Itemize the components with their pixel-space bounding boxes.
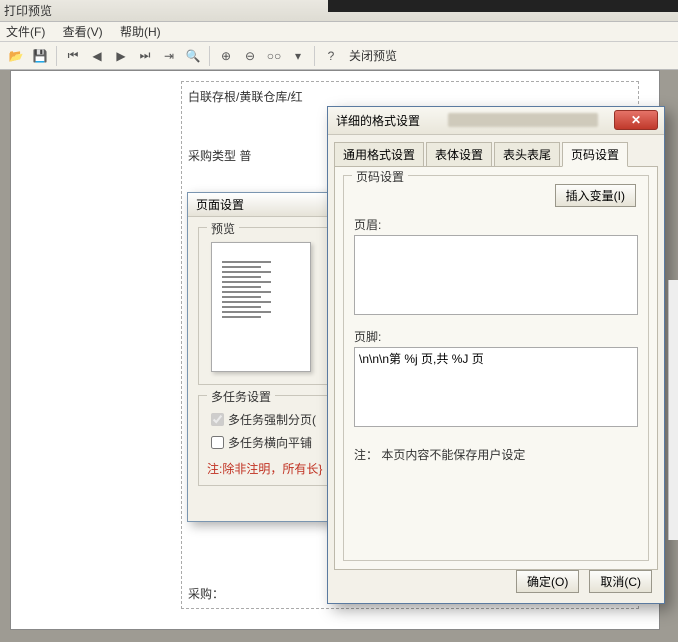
tab-body[interactable]: 表体设置 xyxy=(426,142,492,167)
separator xyxy=(209,46,210,66)
menu-file[interactable]: 文件(F) xyxy=(6,25,45,39)
chk-force-break-label: 多任务强制分页( xyxy=(228,411,316,428)
zoom-dropdown-icon[interactable]: ▾ xyxy=(288,46,308,66)
zoom-fit-icon[interactable]: ○○ xyxy=(264,46,284,66)
tab-general[interactable]: 通用格式设置 xyxy=(334,142,424,167)
zoom-out-icon[interactable]: ⊖ xyxy=(240,46,260,66)
detail-format-dialog: 详细的格式设置 ✕ 通用格式设置 表体设置 表头表尾 页码设置 页码设置 插入变… xyxy=(327,106,665,604)
detail-title: 详细的格式设置 xyxy=(336,112,420,129)
pagenum-group: 页码设置 插入变量(I) 页眉: 页脚: 注： 本页内容不能保存用户设定 xyxy=(343,175,649,561)
page-thumbnail xyxy=(211,242,311,372)
separator xyxy=(314,46,315,66)
toolbar: 📂 💾 ⏮ ◀ ▶ ⏭ ⇥ 🔍 ⊕ ⊖ ○○ ▾ ? 关闭预览 xyxy=(0,42,678,70)
cancel-button[interactable]: 取消(C) xyxy=(589,570,652,593)
tab-headfoot[interactable]: 表头表尾 xyxy=(494,142,560,167)
find-icon[interactable]: 🔍 xyxy=(183,46,203,66)
help-icon[interactable]: ? xyxy=(321,46,341,66)
separator xyxy=(56,46,57,66)
detail-title-extra xyxy=(448,113,598,127)
prev-page-icon[interactable]: ◀ xyxy=(87,46,107,66)
preview-group-label: 预览 xyxy=(207,220,239,237)
header-label: 页眉: xyxy=(354,216,638,233)
multitask-group-label: 多任务设置 xyxy=(207,388,275,405)
tab-panel: 页码设置 插入变量(I) 页眉: 页脚: 注： 本页内容不能保存用户设定 xyxy=(334,166,658,570)
tab-pagenum[interactable]: 页码设置 xyxy=(562,142,628,167)
menu-bar: 文件(F) 查看(V) 帮助(H) xyxy=(0,22,678,42)
goto-page-icon[interactable]: ⇥ xyxy=(159,46,179,66)
last-page-icon[interactable]: ⏭ xyxy=(135,46,155,66)
ok-button[interactable]: 确定(O) xyxy=(516,570,579,593)
first-page-icon[interactable]: ⏮ xyxy=(63,46,83,66)
pagenum-group-label: 页码设置 xyxy=(352,168,408,185)
save-icon[interactable]: 💾 xyxy=(30,46,50,66)
detail-note: 注： 本页内容不能保存用户设定 xyxy=(354,446,638,463)
close-preview-button[interactable]: 关闭预览 xyxy=(349,47,397,64)
menu-view[interactable]: 查看(V) xyxy=(63,25,103,39)
close-icon[interactable]: ✕ xyxy=(614,110,658,130)
next-page-icon[interactable]: ▶ xyxy=(111,46,131,66)
right-edge-slice xyxy=(668,280,678,540)
open-icon[interactable]: 📂 xyxy=(6,46,26,66)
doc-header-text: 白联存根/黄联仓库/红 xyxy=(182,82,638,107)
window-top-strip xyxy=(328,0,678,12)
chk-force-break-box[interactable] xyxy=(211,413,224,426)
insert-variable-button[interactable]: 插入变量(I) xyxy=(555,184,636,207)
dialog-buttons: 确定(O) 取消(C) xyxy=(516,570,652,593)
detail-tabs: 通用格式设置 表体设置 表头表尾 页码设置 xyxy=(328,135,664,166)
menu-help[interactable]: 帮助(H) xyxy=(120,25,161,39)
footer-textarea[interactable] xyxy=(354,347,638,427)
header-textarea[interactable] xyxy=(354,235,638,315)
detail-titlebar: 详细的格式设置 ✕ xyxy=(328,107,664,135)
doc-footer-text: 采购： xyxy=(188,585,224,602)
chk-horizontal-tile-label: 多任务横向平铺 xyxy=(228,434,312,451)
footer-label: 页脚: xyxy=(354,328,638,345)
zoom-in-icon[interactable]: ⊕ xyxy=(216,46,236,66)
chk-horizontal-tile-box[interactable] xyxy=(211,436,224,449)
